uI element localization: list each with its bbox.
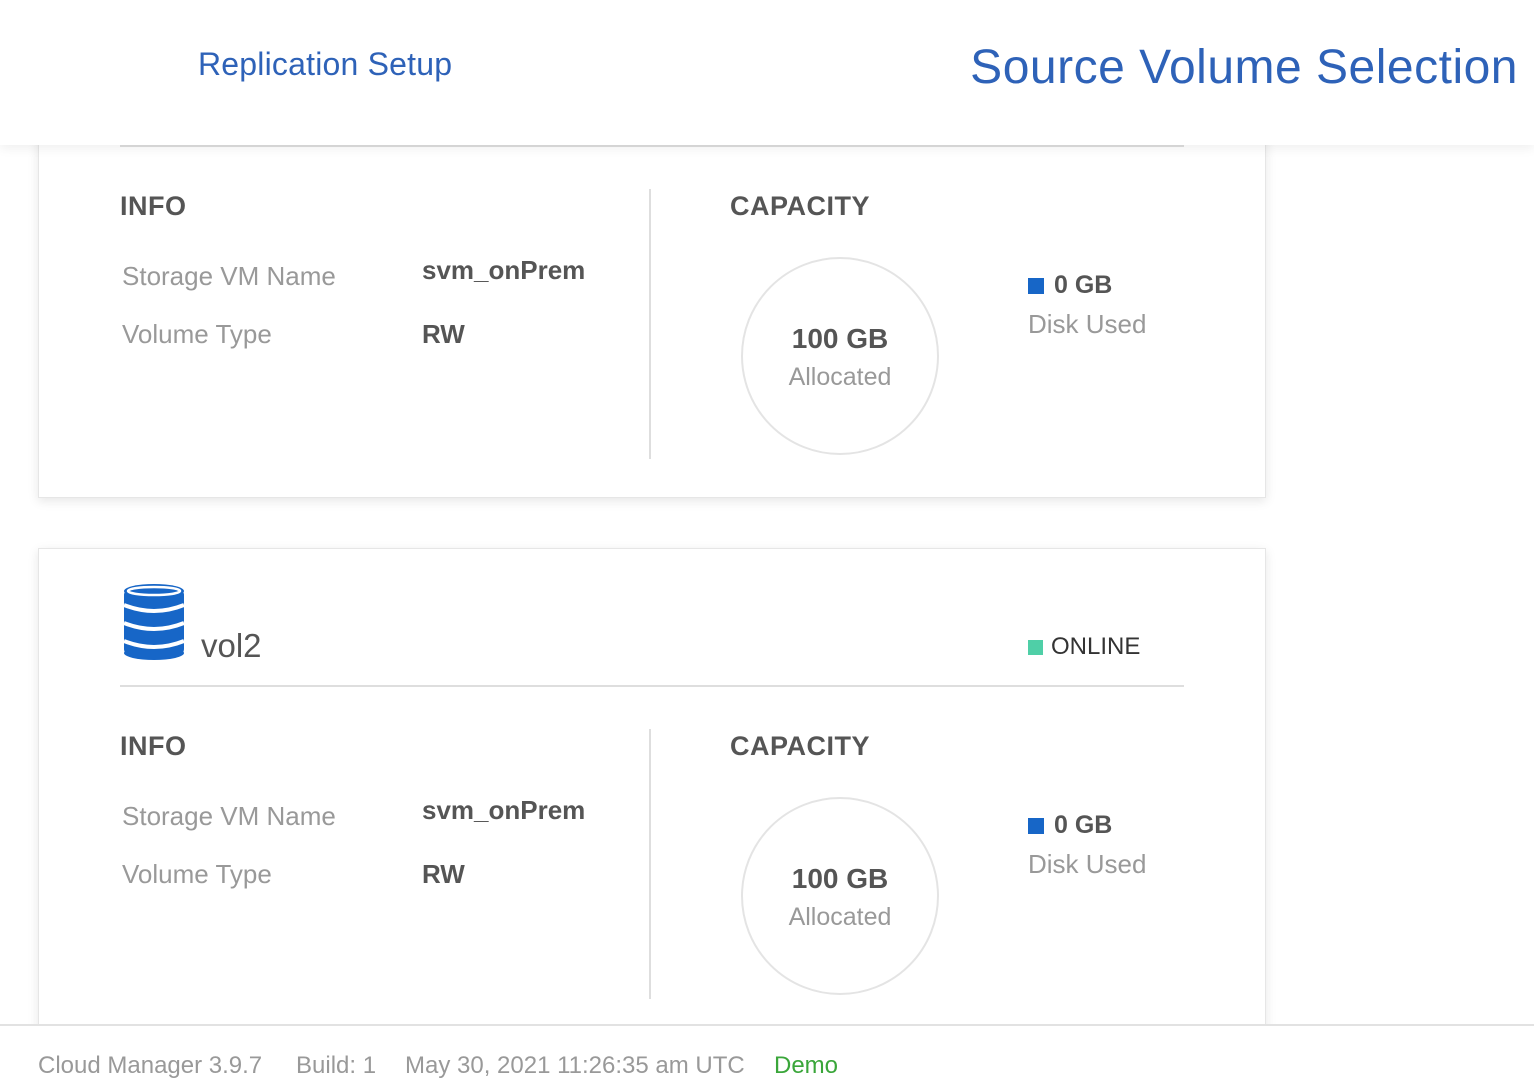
- info-title: INFO: [120, 191, 187, 221]
- volume-type-value: RW: [422, 859, 465, 889]
- allocated-value: 100 GB: [791, 323, 889, 354]
- volume-name: vol2: [201, 627, 262, 664]
- volume-card[interactable]: vol2 ONLINE INFO Storage VM Name svm_onP…: [38, 548, 1266, 1070]
- volume-type-label: Volume Type: [122, 859, 272, 889]
- allocated-value: 100 GB: [791, 863, 889, 894]
- capacity-circle: 100 GB Allocated: [741, 797, 939, 995]
- disk-used-amount: 0 GB: [1054, 271, 1113, 299]
- disk-used-legend-square: [1028, 817, 1044, 834]
- capacity-title: CAPACITY: [730, 191, 871, 221]
- storage-vm-label: Storage VM Name: [122, 261, 336, 291]
- capacity-circle: 100 GB Allocated: [741, 257, 939, 455]
- footer-demo-badge: Demo: [774, 1052, 839, 1079]
- disk-used-label: Disk Used: [1028, 309, 1147, 339]
- footer: Cloud Manager 3.9.7 Build: 1 May 30, 202…: [0, 1024, 1534, 1088]
- database-icon: [123, 584, 185, 660]
- section-divider: [649, 729, 651, 999]
- footer-version: Cloud Manager 3.9.7: [38, 1052, 263, 1079]
- disk-used-amount: 0 GB: [1054, 811, 1113, 839]
- storage-vm-label: Storage VM Name: [122, 801, 336, 831]
- disk-used-label: Disk Used: [1028, 849, 1147, 879]
- volume-type-value: RW: [422, 319, 465, 349]
- footer-timestamp: May 30, 2021 11:26:35 am UTC: [405, 1052, 745, 1079]
- source-volume-selection-title: Source Volume Selection: [970, 41, 1518, 94]
- volume-card[interactable]: INFO Storage VM Name svm_onPrem Volume T…: [38, 100, 1266, 498]
- replication-setup-title: Replication Setup: [198, 46, 453, 82]
- section-divider: [649, 189, 651, 459]
- capacity-title: CAPACITY: [730, 731, 871, 761]
- disk-used-value: 0 GB: [1028, 811, 1112, 840]
- footer-build: Build: 1: [296, 1052, 377, 1079]
- card-divider: [120, 685, 1184, 687]
- storage-vm-value: svm_onPrem: [422, 795, 586, 825]
- allocated-label: Allocated: [788, 903, 892, 931]
- storage-vm-value: svm_onPrem: [422, 255, 586, 285]
- card-divider: [120, 145, 1184, 147]
- volume-type-label: Volume Type: [122, 319, 272, 349]
- status-badge: ONLINE: [1028, 633, 1140, 661]
- status-indicator: [1028, 639, 1043, 655]
- disk-used-value: 0 GB: [1028, 271, 1112, 300]
- header: Replication Setup Source Volume Selectio…: [0, 0, 1534, 145]
- info-title: INFO: [120, 731, 187, 761]
- allocated-label: Allocated: [788, 363, 892, 391]
- status-text: ONLINE: [1051, 633, 1141, 660]
- disk-used-legend-square: [1028, 277, 1044, 294]
- page: Replication Setup Source Volume Selectio…: [0, 0, 1534, 1088]
